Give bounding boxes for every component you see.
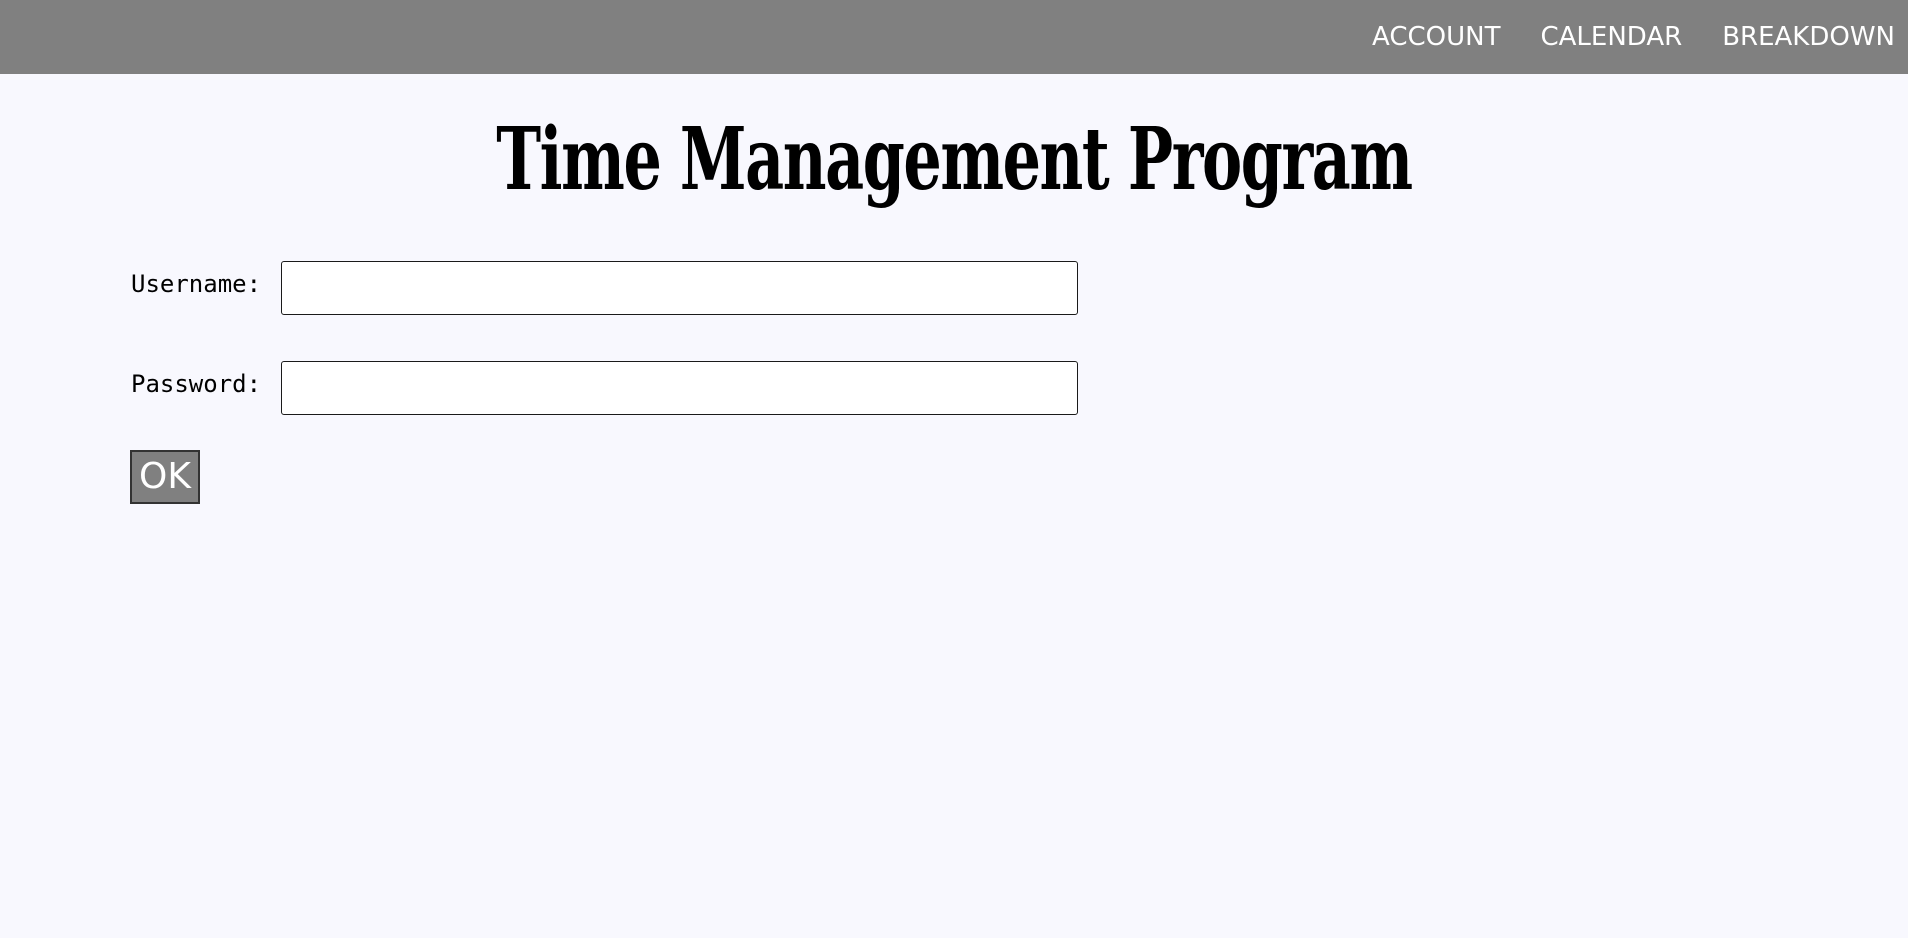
password-label: Password: bbox=[131, 370, 262, 398]
nav-breakdown-link[interactable]: BREAKDOWN bbox=[1722, 22, 1895, 52]
ok-button[interactable]: OK bbox=[130, 450, 200, 504]
top-navigation-bar: ACCOUNT CALENDAR BREAKDOWN bbox=[0, 0, 1908, 74]
page-title: Time Management Program bbox=[496, 109, 1413, 210]
nav-account-link[interactable]: ACCOUNT bbox=[1372, 22, 1500, 52]
username-label: Username: bbox=[131, 270, 262, 298]
password-field[interactable] bbox=[281, 361, 1078, 415]
nav-calendar-link[interactable]: CALENDAR bbox=[1540, 22, 1682, 52]
nav-links: ACCOUNT CALENDAR BREAKDOWN bbox=[1332, 0, 1895, 74]
username-field[interactable] bbox=[281, 261, 1078, 315]
